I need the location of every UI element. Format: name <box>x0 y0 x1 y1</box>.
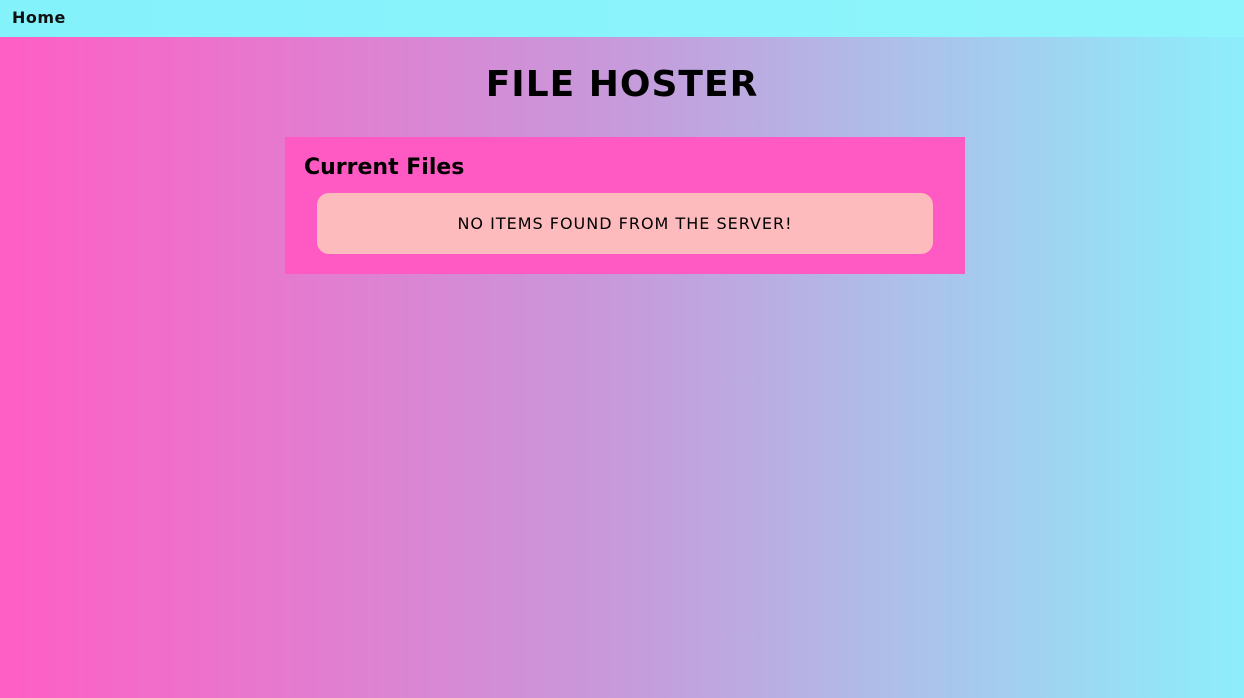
empty-files-message: NO ITEMS FOUND FROM THE SERVER! <box>457 214 793 233</box>
current-files-panel: Current Files NO ITEMS FOUND FROM THE SE… <box>285 137 965 274</box>
page-title: FILE HOSTER <box>485 64 759 105</box>
current-files-heading: Current Files <box>304 155 465 180</box>
empty-files-message-box: NO ITEMS FOUND FROM THE SERVER! <box>317 193 933 254</box>
nav-home-link[interactable]: Home <box>12 8 66 27</box>
top-navbar: Home <box>0 0 1244 37</box>
